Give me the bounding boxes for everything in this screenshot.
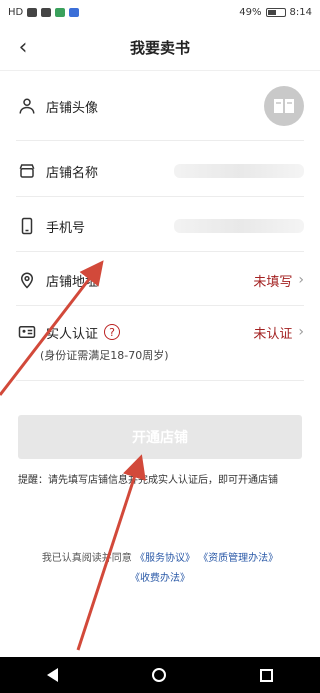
avatar[interactable] [264,86,304,126]
row-label: 实人认证 [46,326,99,342]
clock: 8:14 [289,6,312,18]
book-icon [274,99,294,113]
shop-icon [16,160,38,182]
row-label: 店铺地址 [46,274,99,290]
divider [16,380,304,381]
status-bar: HD 49% 8:14 [0,0,320,24]
status-text: 未填写 [253,274,293,290]
nav-bar: ‹ 我要卖书 [0,24,320,71]
divider [16,305,304,306]
app-notification-icon [55,7,66,17]
chevron-left-icon: ‹ [18,34,28,60]
status-right: 49% 8:14 [239,7,312,18]
row-shop-address[interactable]: 店铺地址 未填写 › [0,254,320,306]
battery-percent: 49% [239,6,262,18]
row-right [174,219,304,233]
divider [16,251,304,252]
row-label: 手机号 [46,220,86,236]
agreement: 我已认真阅读并同意 《服务协议》 《资质管理办法》 《收费办法》 [10,549,310,589]
qualification-management-link[interactable]: 《资质管理办法》 [198,553,278,564]
row-identity-verification[interactable]: 实人认证 ? 未认证 › [0,312,320,352]
divider [16,140,304,141]
row-shop-avatar[interactable]: 店铺头像 [0,75,320,137]
signal-icon [27,7,38,17]
wifi-icon [41,7,52,17]
row-label: 店铺头像 [46,100,99,116]
user-icon [16,95,38,117]
home-icon[interactable] [152,668,166,682]
back-button[interactable]: ‹ [8,32,38,62]
redacted-value [174,164,304,178]
back-nav-icon[interactable] [47,668,58,682]
service-agreement-link[interactable]: 《服务协议》 [135,553,195,564]
row-right: 未填写 › [253,271,304,290]
phone-icon [16,215,38,237]
row-right: 未认证 › [253,323,304,342]
open-shop-button[interactable]: 开通店铺 [18,415,302,459]
page-title: 我要卖书 [129,38,190,57]
row-right [174,164,304,178]
redacted-value [174,219,304,233]
row-label: 店铺名称 [46,165,99,181]
row-shop-name[interactable]: 店铺名称 [0,145,320,197]
hd-indicator: HD [8,6,24,18]
recent-apps-icon[interactable] [260,668,273,682]
system-nav-bar [0,657,320,693]
fee-policy-link[interactable]: 《收费办法》 [130,573,190,584]
status-text: 未认证 [253,326,293,342]
status-left: HD [8,6,80,18]
chevron-right-icon: › [298,324,304,340]
id-card-icon [16,321,38,343]
age-requirement-note: (身份证需满足18-70周岁) [40,349,169,362]
question-mark-icon[interactable]: ? [104,324,121,340]
chevron-right-icon: › [298,272,304,288]
reminder-text: 提醒：请先填写店铺信息并完成实人认证后，即可开通店铺 [18,475,278,486]
location-pin-icon [16,269,38,291]
message-notification-icon [69,7,80,17]
agreement-prefix: 我已认真阅读并同意 [41,553,132,564]
row-phone[interactable]: 手机号 [0,200,320,252]
battery-icon [265,7,286,17]
row-right [264,86,304,126]
divider [16,196,304,197]
